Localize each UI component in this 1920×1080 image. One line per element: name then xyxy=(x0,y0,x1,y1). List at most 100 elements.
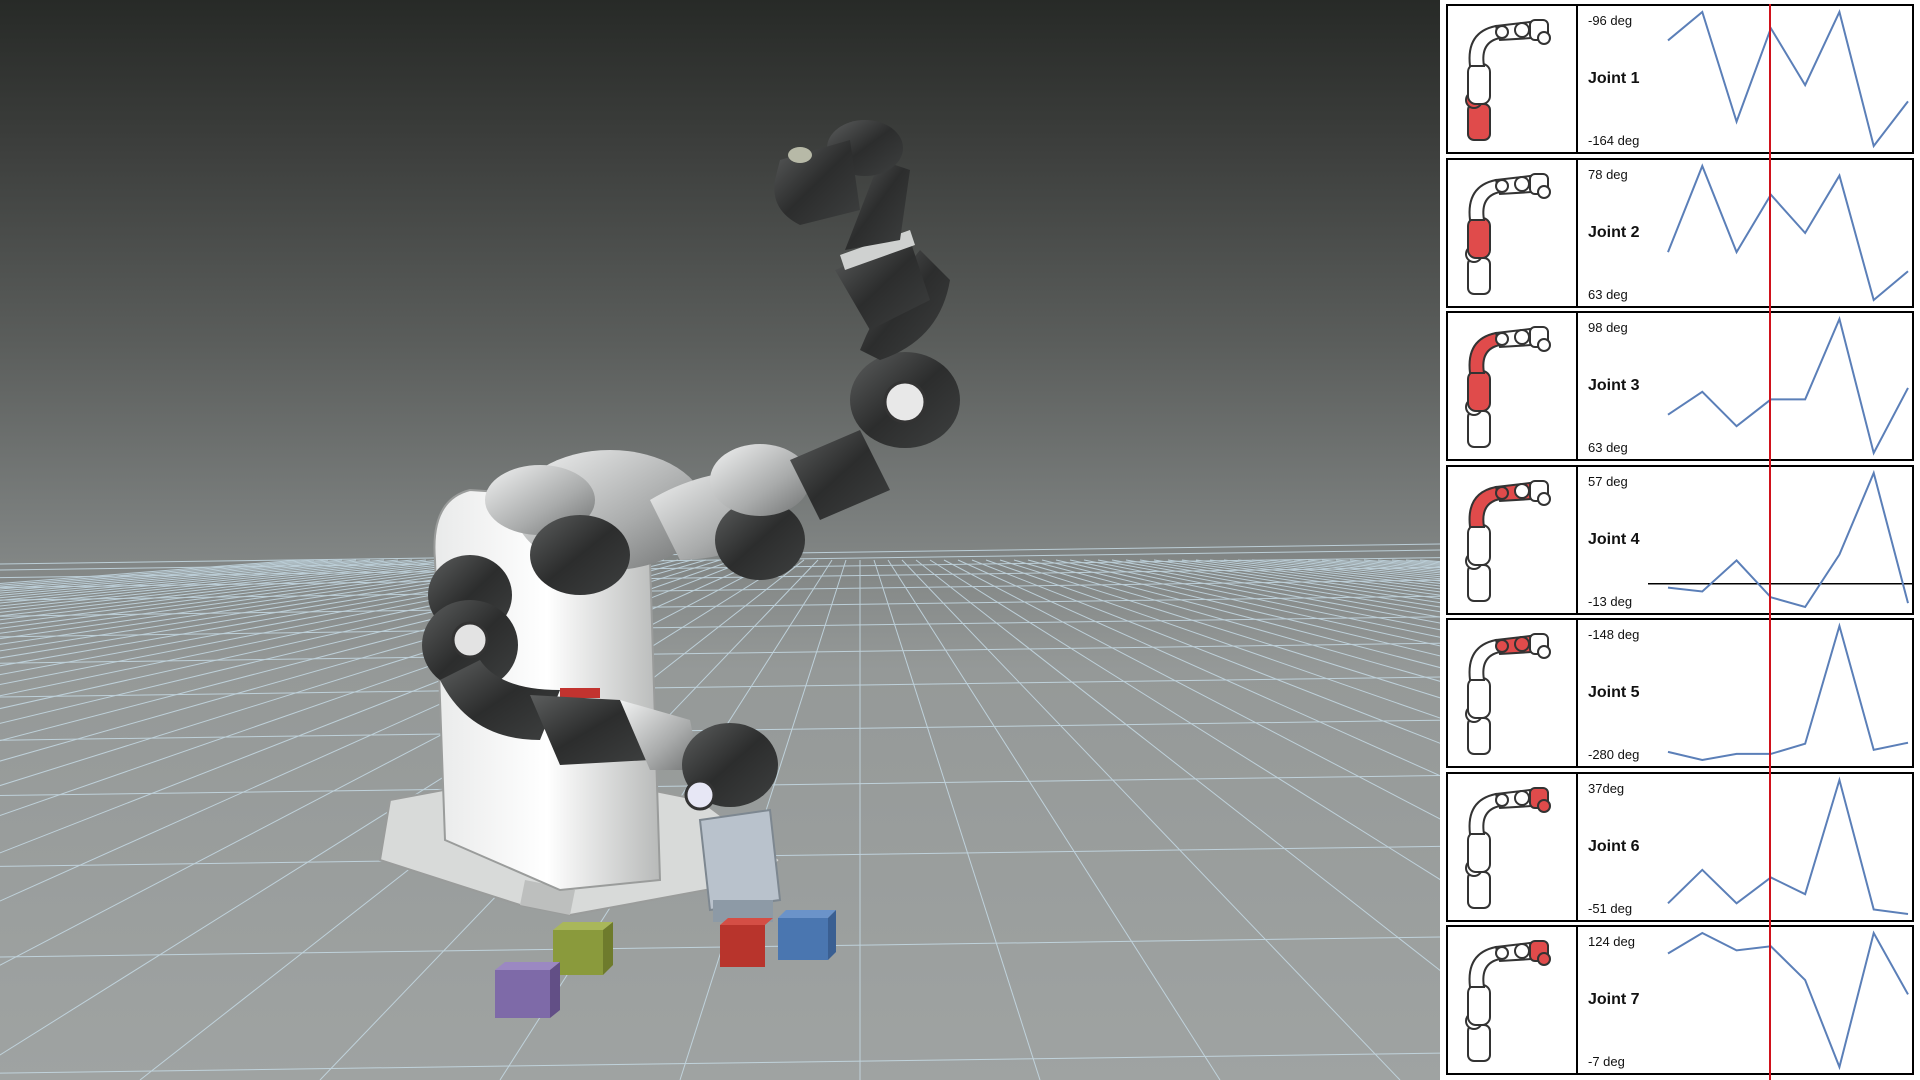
robot-thumbnail xyxy=(1448,6,1578,152)
robot-thumbnail xyxy=(1448,313,1578,459)
joint-angle-line xyxy=(1667,315,1909,456)
grid-line xyxy=(1041,559,1440,657)
joint-min-label: -164 deg xyxy=(1588,133,1640,148)
joint-angle-line xyxy=(1667,162,1909,302)
grid-line xyxy=(0,559,413,601)
joint-angle-line xyxy=(1667,930,1909,1071)
grid-line xyxy=(1097,559,1440,624)
joint-row-5: -148 deg Joint 5 -280 deg xyxy=(1446,618,1914,768)
grid-line xyxy=(1083,559,1440,631)
grid-line xyxy=(0,642,1440,664)
joint-max-label: 98 deg xyxy=(1588,320,1628,335)
grid-line xyxy=(1265,559,1440,580)
grid-line xyxy=(0,595,1440,617)
robot-thumbnail xyxy=(1448,159,1578,306)
cube-group xyxy=(495,910,836,1018)
joint-min-label: -280 deg xyxy=(1588,747,1640,762)
grid-line xyxy=(929,559,1440,881)
grid-line xyxy=(0,1052,1440,1074)
joint-angle-plot xyxy=(1667,162,1909,302)
robot-arm-icon xyxy=(1465,786,1551,909)
robot-arm-icon xyxy=(1465,633,1551,755)
grid-line xyxy=(1223,559,1440,587)
grid-line xyxy=(1237,559,1440,584)
joint-max-label: 124 deg xyxy=(1588,934,1635,949)
robot-arm-icon xyxy=(1465,940,1551,1062)
grid-line xyxy=(0,676,1440,698)
grid-line xyxy=(1251,559,1440,582)
grid-line xyxy=(1391,559,1440,565)
blue-cube[interactable] xyxy=(778,910,836,960)
joint-plot-panel: -96 deg Joint 1 -164 deg 78 deg Joint 2 … xyxy=(1440,0,1920,1080)
joint-title: Joint 1 xyxy=(1588,70,1640,87)
robot-thumbnail xyxy=(1448,927,1578,1073)
robot-arm-icon xyxy=(1465,172,1551,295)
grid-line xyxy=(1013,559,1440,682)
robot-thumbnail xyxy=(1448,620,1578,766)
joint-row-1: -96 deg Joint 1 -164 deg xyxy=(1446,4,1914,154)
joint-title: Joint 7 xyxy=(1588,991,1640,1008)
time-cursor[interactable] xyxy=(1769,4,1772,1080)
joint-title: Joint 2 xyxy=(1588,223,1640,241)
joint-min-label: 63 deg xyxy=(1588,440,1628,455)
robot-arm-icon xyxy=(1465,326,1551,448)
red-cube[interactable] xyxy=(720,918,773,967)
grid-line xyxy=(1363,559,1440,568)
joint-max-label: -148 deg xyxy=(1588,627,1640,642)
joint-row-4: 57 deg Joint 4 -13 deg xyxy=(1446,464,1914,615)
joint-angle-plot xyxy=(1667,315,1909,456)
grid-line xyxy=(0,559,385,596)
grid-line xyxy=(1279,559,1440,578)
grid-line xyxy=(1349,559,1440,569)
grid-line xyxy=(1181,559,1440,596)
joint-title: Joint 4 xyxy=(1588,530,1640,548)
joint-min-label: -51 deg xyxy=(1588,900,1633,916)
joint-title: Joint 3 xyxy=(1588,377,1640,394)
purple-cube[interactable] xyxy=(495,962,560,1018)
scene-canvas xyxy=(0,120,1440,1080)
robot-arm-icon xyxy=(1465,479,1551,602)
joint-angle-plot xyxy=(1667,9,1909,149)
joint-angle-line xyxy=(1667,9,1909,149)
grid-line xyxy=(1069,559,1440,638)
grid-line xyxy=(1419,559,1440,563)
joint-angle-line xyxy=(1667,775,1909,915)
grid-line xyxy=(0,559,427,604)
grid-line xyxy=(0,559,441,607)
grid-line xyxy=(1335,559,1440,571)
green-cube[interactable] xyxy=(553,922,613,975)
joint-angle-plot xyxy=(1667,622,1909,762)
joint-row-3: 98 deg Joint 3 63 deg xyxy=(1446,311,1914,461)
grid-line xyxy=(0,559,357,592)
robot-thumbnail xyxy=(1448,773,1578,920)
joint-title: Joint 5 xyxy=(1588,684,1640,701)
joint-min-label: 63 deg xyxy=(1588,286,1628,302)
joint-angle-line xyxy=(1667,469,1909,608)
grid-line xyxy=(915,559,1440,971)
grid-line xyxy=(1027,559,1440,669)
3d-viewport[interactable] xyxy=(0,0,1440,1080)
joint-angle-line xyxy=(1667,622,1909,762)
grid-line xyxy=(1153,559,1440,604)
grid-line xyxy=(999,559,1440,699)
grid-line xyxy=(971,559,1440,744)
joint-max-label: -96 deg xyxy=(1588,13,1633,28)
joint-angle-plot xyxy=(1648,469,1914,608)
joint-angle-plot xyxy=(1667,775,1909,915)
joint-row-7: 124 deg Joint 7 -7 deg xyxy=(1446,925,1914,1075)
floor-grid xyxy=(0,543,1440,1080)
grid-line xyxy=(0,559,343,590)
grid-line xyxy=(1139,559,1440,608)
joint-row-6: 37deg Joint 6 -51 deg xyxy=(1446,771,1914,922)
joint-max-label: 57 deg xyxy=(1588,473,1628,489)
joint-title: Joint 6 xyxy=(1588,837,1640,855)
grid-line xyxy=(0,616,1440,638)
grid-line xyxy=(1111,559,1440,618)
robot-thumbnail xyxy=(1448,466,1578,613)
grid-line xyxy=(1377,559,1440,566)
joint-min-label: -7 deg xyxy=(1588,1054,1625,1069)
grid-line xyxy=(1125,559,1440,613)
grid-line xyxy=(1321,559,1440,572)
joint-max-label: 78 deg xyxy=(1588,166,1628,182)
joint-min-label: -13 deg xyxy=(1588,593,1633,609)
